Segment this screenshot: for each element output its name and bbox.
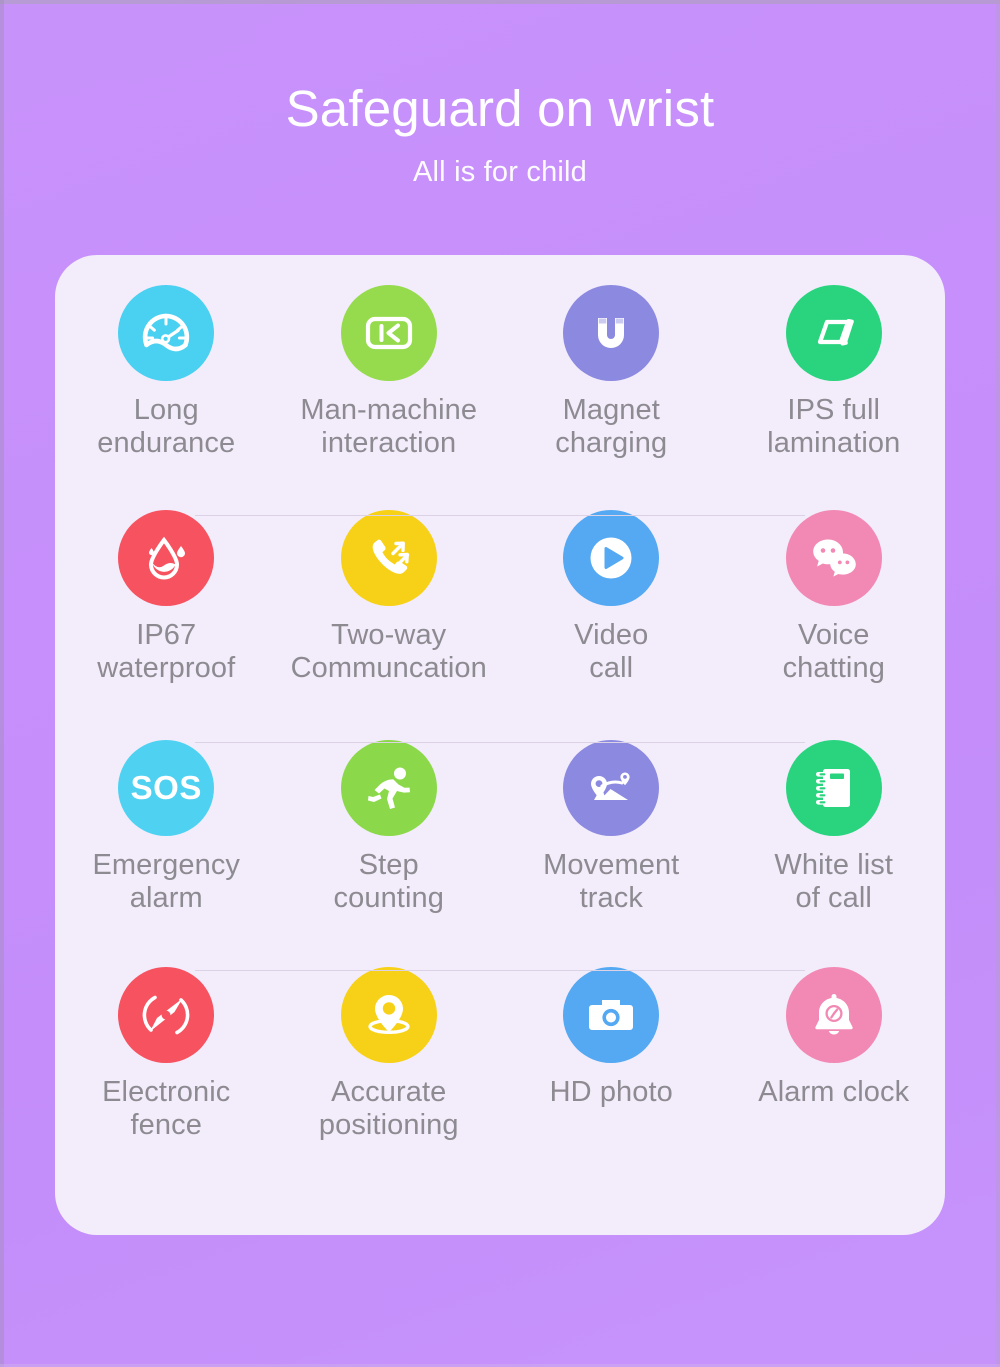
chat-bubbles-icon <box>805 529 863 587</box>
feature-label: White list of call <box>774 849 894 914</box>
feature-item-step-counting[interactable]: Step counting <box>278 740 501 965</box>
sos-icon: SOS <box>130 769 202 806</box>
row-divider <box>195 742 805 743</box>
feature-label: Video call <box>574 619 649 684</box>
feature-row: IP67 waterproof Two-way Communcation Vid… <box>55 510 945 735</box>
feature-item-white-list-of-call[interactable]: White list of call <box>723 740 946 965</box>
page-edge-left <box>0 0 4 1367</box>
chat-bubbles-icon-circle <box>785 510 882 606</box>
feature-label: Step counting <box>333 849 444 914</box>
feature-card: Long endurance Man-machine interaction M… <box>55 255 945 1235</box>
feature-item-man-machine-interaction[interactable]: Man-machine interaction <box>278 285 501 510</box>
feature-item-accurate-positioning[interactable]: Accurate positioning <box>278 967 501 1192</box>
feature-item-emergency-alarm[interactable]: SOS Emergency alarm <box>55 740 278 965</box>
feature-label: IPS full lamination <box>767 394 901 459</box>
play-circle-icon <box>582 529 640 587</box>
feature-row: SOS Emergency alarm Step counting Moveme… <box>55 740 945 965</box>
feature-row: Electronic fence Accurate positioning HD… <box>55 967 945 1192</box>
feature-item-ips-full-lamination[interactable]: IPS full lamination <box>723 285 946 510</box>
alarm-bell-icon <box>805 986 863 1044</box>
water-drop-icon-circle <box>118 510 215 606</box>
feature-label: Magnet charging <box>555 394 668 459</box>
magnet-icon <box>582 304 640 362</box>
alarm-bell-icon-circle <box>785 967 882 1063</box>
play-circle-icon-circle <box>563 510 660 606</box>
speedometer-icon <box>137 304 195 362</box>
camera-icon-circle <box>563 967 660 1063</box>
location-pin-icon <box>360 986 418 1044</box>
feature-label: Electronic fence <box>102 1076 231 1141</box>
feature-label: Emergency alarm <box>92 849 241 914</box>
map-route-icon-circle <box>563 740 660 836</box>
feature-label: Long endurance <box>97 394 236 459</box>
feature-label: Movement track <box>543 849 680 914</box>
row-divider <box>195 970 805 971</box>
running-person-icon <box>360 759 418 817</box>
feature-label: Alarm clock <box>758 1076 910 1108</box>
camera-icon <box>582 986 640 1044</box>
layers-parallelogram-icon <box>805 304 863 362</box>
feature-item-ip67-waterproof[interactable]: IP67 waterproof <box>55 510 278 735</box>
compass-icon-circle <box>118 967 215 1063</box>
page-edge-top <box>0 0 1000 4</box>
feature-item-electronic-fence[interactable]: Electronic fence <box>55 967 278 1192</box>
feature-item-video-call[interactable]: Video call <box>500 510 723 735</box>
feature-item-hd-photo[interactable]: HD photo <box>500 967 723 1192</box>
layers-parallelogram-icon-circle <box>785 285 882 381</box>
feature-label: HD photo <box>549 1076 673 1108</box>
feature-item-long-endurance[interactable]: Long endurance <box>55 285 278 510</box>
screen-skip-back-icon <box>360 304 418 362</box>
feature-row: Long endurance Man-machine interaction M… <box>55 285 945 510</box>
page-subtitle: All is for child <box>412 156 588 188</box>
notebook-icon <box>805 759 863 817</box>
map-route-icon <box>582 759 640 817</box>
water-drop-icon <box>137 529 195 587</box>
running-person-icon-circle <box>340 740 437 836</box>
speedometer-icon-circle <box>118 285 215 381</box>
notebook-icon-circle <box>785 740 882 836</box>
feature-label: Man-machine interaction <box>300 394 478 459</box>
feature-item-magnet-charging[interactable]: Magnet charging <box>500 285 723 510</box>
feature-item-two-way-communcation[interactable]: Two-way Communcation <box>278 510 501 735</box>
compass-icon <box>137 986 195 1044</box>
phone-two-way-icon <box>360 529 418 587</box>
magnet-icon-circle <box>563 285 660 381</box>
page-title: Safeguard on wrist <box>285 80 715 137</box>
row-divider <box>195 515 805 516</box>
sos-icon-circle: SOS <box>118 740 215 836</box>
feature-item-movement-track[interactable]: Movement track <box>500 740 723 965</box>
screen-skip-back-icon-circle <box>340 285 437 381</box>
feature-label: Two-way Communcation <box>290 619 487 684</box>
location-pin-icon-circle <box>340 967 437 1063</box>
promo-page: Safeguard on wrist All is for child Long… <box>0 0 1000 1367</box>
feature-item-alarm-clock[interactable]: Alarm clock <box>723 967 946 1192</box>
hero-header: Safeguard on wrist All is for child <box>0 78 1000 190</box>
feature-label: IP67 waterproof <box>97 619 236 684</box>
phone-two-way-icon-circle <box>340 510 437 606</box>
page-edge-right <box>996 0 1000 1367</box>
feature-label: Voice chatting <box>782 619 885 684</box>
feature-item-voice-chatting[interactable]: Voice chatting <box>723 510 946 735</box>
feature-label: Accurate positioning <box>318 1076 459 1141</box>
